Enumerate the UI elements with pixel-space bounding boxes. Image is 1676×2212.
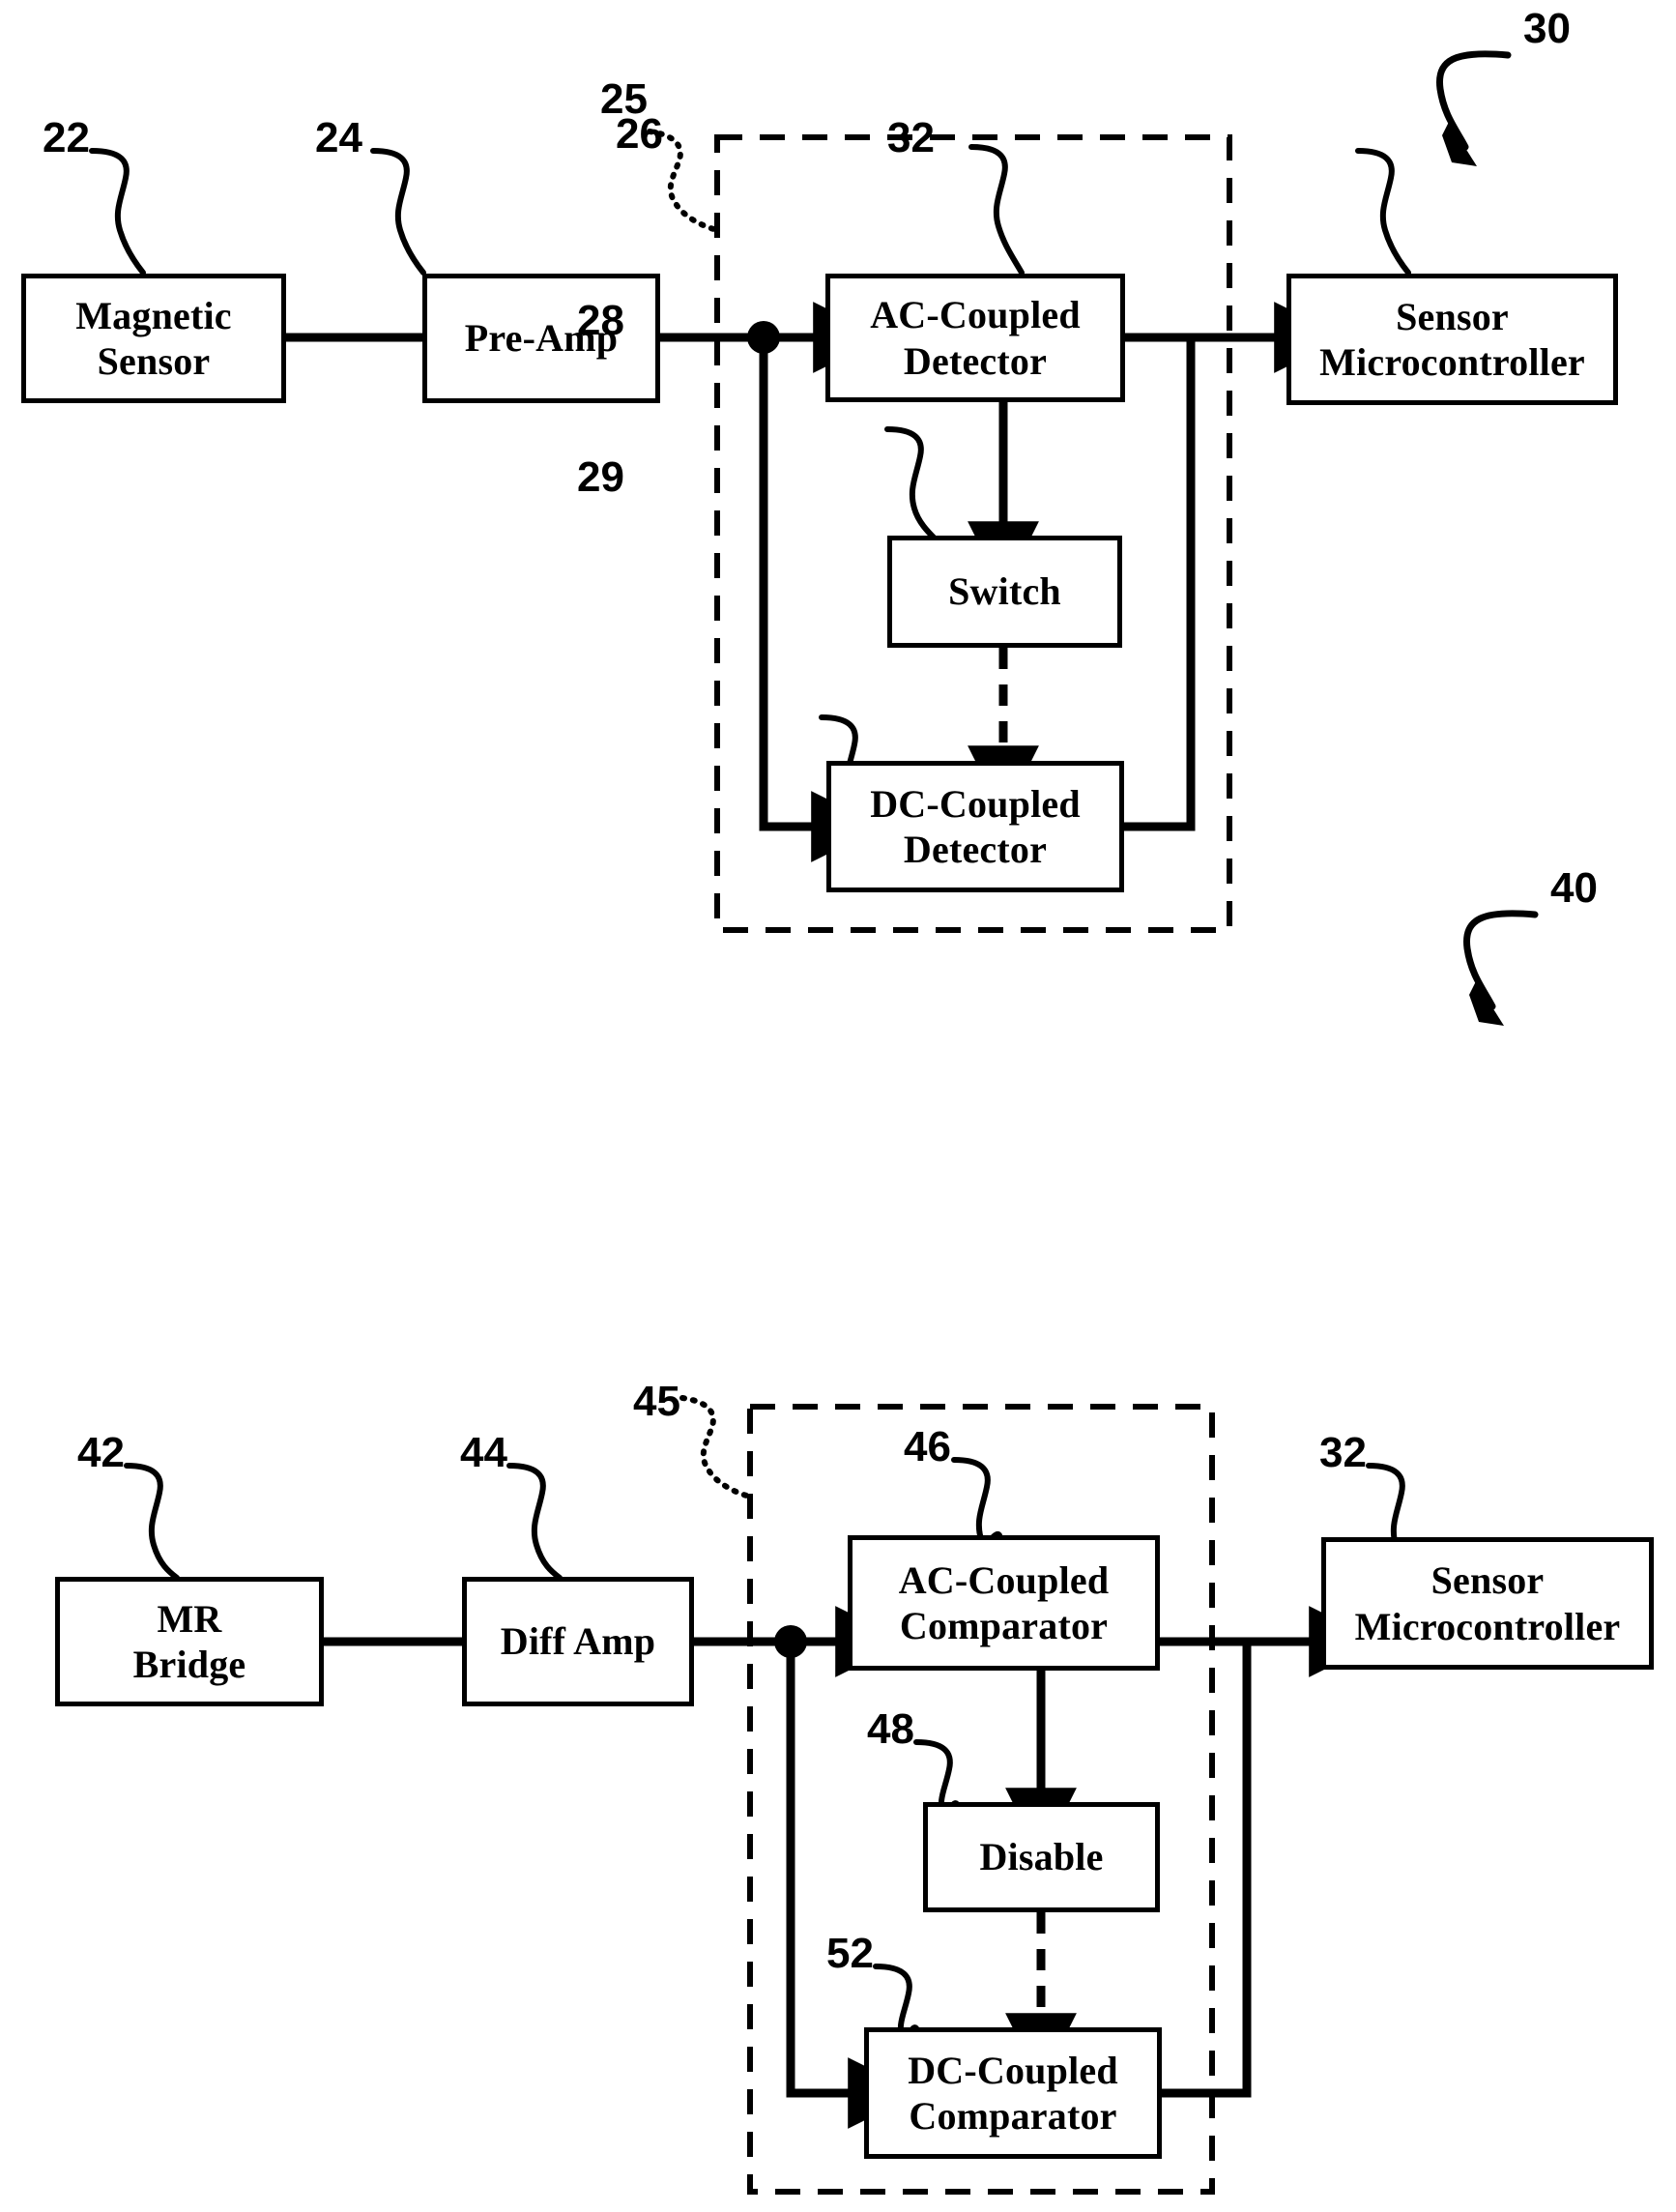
block-switch[interactable]: Switch [887, 536, 1122, 648]
block-label-line2: Microcontroller [1319, 340, 1585, 384]
ref-numeral-30: 30 [1523, 5, 1571, 52]
assembly-arrowhead-30 [1442, 122, 1477, 166]
ref-numeral-28: 28 [577, 297, 624, 344]
block-label-line1: Disable [979, 1835, 1104, 1879]
ref-numeral-22: 22 [43, 114, 90, 161]
ref-numeral-45: 45 [633, 1378, 680, 1425]
ref-numeral-32-bottom: 32 [1319, 1429, 1367, 1476]
block-label-line2: Comparator [909, 2094, 1117, 2138]
block-label-line2: Detector [903, 338, 1048, 383]
block-dc-coupled-detector[interactable]: DC-Coupled Detector [826, 761, 1124, 892]
ref-numeral-29: 29 [577, 453, 624, 501]
block-sensor-microcontroller-bottom[interactable]: Sensor Microcontroller [1321, 1537, 1654, 1670]
leader-22 [89, 148, 146, 276]
leader-42 [124, 1463, 180, 1581]
patent-figure-sheet: Magnetic Sensor Pre-Amp AC-Coupled Detec… [0, 0, 1676, 2212]
leader-44 [506, 1463, 563, 1581]
block-label-line1: AC-Coupled [898, 1557, 1110, 1602]
block-pre-amp[interactable]: Pre-Amp [422, 274, 660, 403]
assembly-arrow-40 [1462, 910, 1539, 1010]
block-label-line2: Detector [903, 828, 1048, 871]
block-label-line1: DC-Coupled [870, 781, 1081, 826]
block-dc-coupled-comparator[interactable]: DC-Coupled Comparator [864, 2027, 1162, 2159]
block-label-line1: Magnetic [75, 293, 232, 337]
block-disable[interactable]: Disable [923, 1802, 1160, 1912]
block-mr-bridge[interactable]: MR Bridge [55, 1577, 324, 1706]
block-ac-coupled-comparator[interactable]: AC-Coupled Comparator [848, 1535, 1160, 1671]
wire-dccomparator-out [1162, 1642, 1252, 2098]
ref-numeral-40: 40 [1550, 864, 1598, 912]
block-sensor-microcontroller-top[interactable]: Sensor Microcontroller [1286, 274, 1618, 405]
block-label-line2: Sensor [97, 339, 211, 383]
block-label-line1: Sensor [1396, 294, 1509, 338]
ref-numeral-24: 24 [315, 114, 362, 161]
ref-numeral-32-top: 32 [887, 114, 935, 161]
leader-28 [884, 426, 939, 542]
block-label-line1: Sensor [1430, 1558, 1545, 1603]
block-label-line2: Microcontroller [1354, 1604, 1621, 1648]
leader-46 [951, 1457, 1002, 1547]
block-label-line2: Bridge [132, 1643, 246, 1686]
block-label-line1: Diff Amp [500, 1619, 656, 1664]
block-label-line1: Switch [948, 569, 1061, 614]
leader-45 [679, 1395, 753, 1499]
assembly-arrow-30 [1435, 50, 1512, 151]
leader-32-top [1355, 148, 1411, 276]
wire-dcdetector-out [1123, 337, 1196, 831]
block-label-line1: AC-Coupled [870, 293, 1081, 337]
block-ac-coupled-detector[interactable]: AC-Coupled Detector [825, 274, 1125, 402]
ref-numeral-26: 26 [616, 110, 663, 158]
wire-junction-to-dcdetector [759, 337, 882, 862]
assembly-arrowhead-40 [1469, 981, 1504, 1026]
junction-dot-top [747, 321, 780, 354]
block-label-line1: DC-Coupled [908, 2048, 1118, 2092]
ref-numeral-52: 52 [826, 1930, 874, 1977]
ref-numeral-42: 42 [77, 1429, 125, 1476]
leader-24 [370, 148, 426, 276]
wire-junction-to-dccomparator [786, 1642, 919, 2129]
junction-dot-bottom [774, 1625, 807, 1658]
ref-numeral-46: 46 [904, 1423, 951, 1470]
block-label-line1: MR [157, 1596, 222, 1641]
ref-numeral-44: 44 [460, 1429, 507, 1476]
ref-numeral-48: 48 [867, 1705, 914, 1753]
block-magnetic-sensor[interactable]: Magnetic Sensor [21, 274, 286, 403]
leader-26 [968, 144, 1025, 276]
block-label-line2: Comparator [899, 1604, 1109, 1647]
block-diff-amp[interactable]: Diff Amp [462, 1577, 694, 1706]
